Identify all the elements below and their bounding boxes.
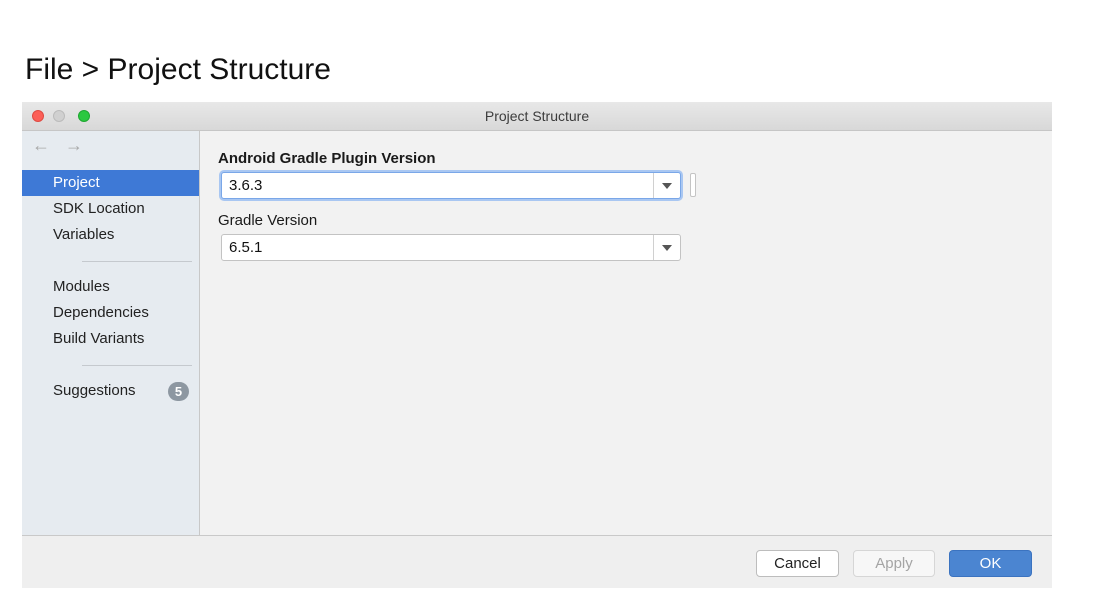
sidebar-divider: [82, 261, 192, 262]
gradle-version-combobox[interactable]: 6.5.1: [221, 234, 681, 261]
sidebar-item-project[interactable]: Project: [22, 170, 199, 196]
dialog-button-bar: Cancel Apply OK: [22, 535, 1052, 588]
sidebar-item-label: Suggestions: [53, 382, 136, 399]
sidebar-item-variables[interactable]: Variables: [22, 222, 199, 248]
agp-version-label: Android Gradle Plugin Version: [218, 150, 436, 167]
sidebar-item-sdk-location[interactable]: SDK Location: [22, 196, 199, 222]
cancel-button[interactable]: Cancel: [756, 550, 839, 577]
forward-arrow-icon[interactable]: →: [65, 135, 83, 155]
dropdown-arrow-icon[interactable]: [653, 235, 680, 260]
window-title: Project Structure: [484, 108, 590, 124]
resize-handle: [690, 173, 696, 197]
page-caption: File > Project Structure: [25, 53, 331, 86]
sidebar-divider: [82, 365, 192, 366]
back-arrow-icon[interactable]: ←: [32, 135, 50, 155]
project-structure-dialog: Project Structure ← → Project SDK Locati…: [22, 102, 1052, 588]
sidebar-item-dependencies[interactable]: Dependencies: [22, 300, 199, 326]
apply-button[interactable]: Apply: [853, 550, 935, 577]
dropdown-arrow-icon[interactable]: [653, 173, 680, 198]
suggestions-count-badge: 5: [168, 382, 189, 401]
title-bar: Project Structure: [22, 102, 1052, 131]
sidebar-item-suggestions[interactable]: Suggestions 5: [22, 378, 199, 404]
project-settings-panel: Android Gradle Plugin Version 3.6.3 Grad…: [200, 131, 1052, 535]
sidebar-item-build-variants[interactable]: Build Variants: [22, 326, 199, 352]
gradle-version-value: 6.5.1: [229, 239, 263, 256]
sidebar-item-modules[interactable]: Modules: [22, 274, 199, 300]
agp-version-value: 3.6.3: [229, 177, 263, 194]
nav-arrows: ← →: [32, 135, 93, 156]
sidebar: ← → Project SDK Location Variables Modul…: [22, 131, 200, 535]
gradle-version-label: Gradle Version: [218, 212, 318, 229]
agp-version-combobox[interactable]: 3.6.3: [221, 172, 681, 199]
ok-button[interactable]: OK: [949, 550, 1032, 577]
